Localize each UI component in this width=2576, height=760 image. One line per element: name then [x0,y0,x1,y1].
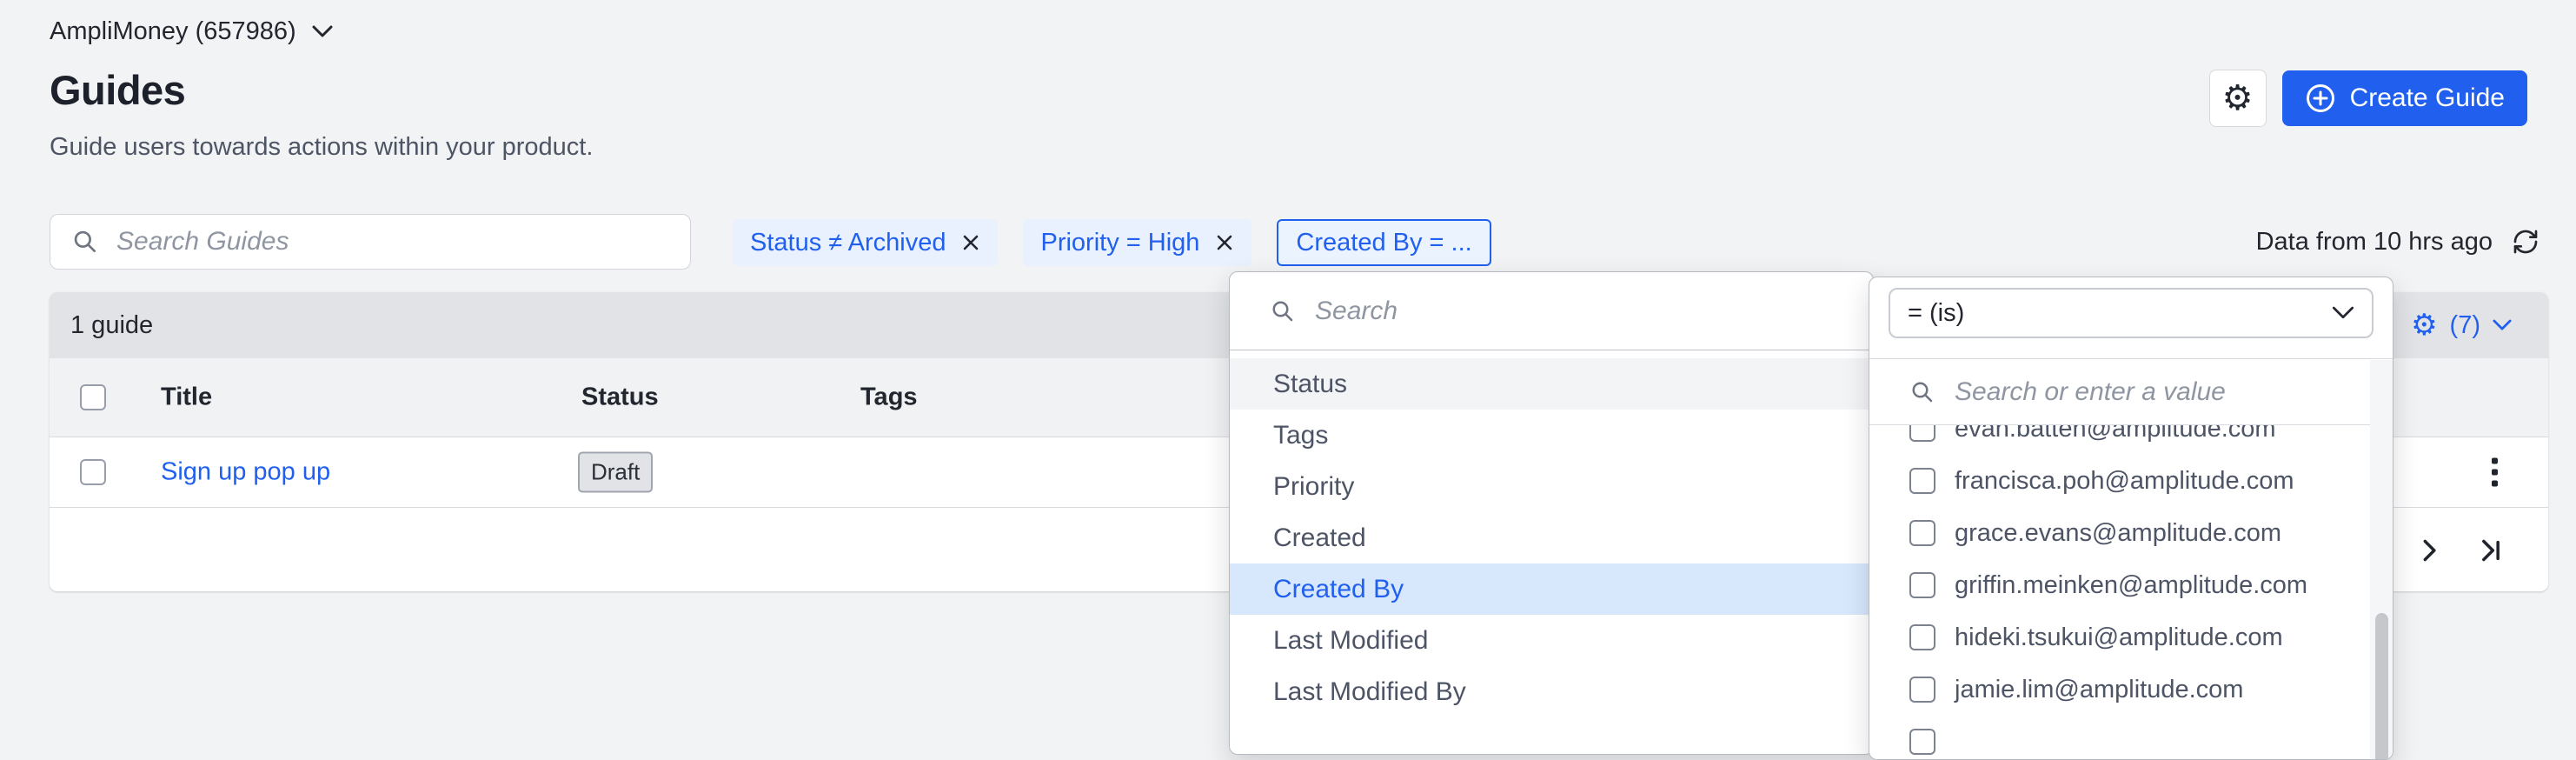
operator-select-wrap: = (is) [1869,277,2393,359]
chevron-last-icon [2479,538,2503,563]
columns-control[interactable]: ⚙ (7) [2411,310,2512,340]
guides-search-box [50,214,691,270]
filter-chip-status[interactable]: Status ≠ Archived [733,219,998,266]
search-icon [1270,298,1296,324]
chevron-down-icon [312,25,333,38]
menu-item-last-modified[interactable]: Last Modified [1230,615,1873,666]
operator-value: = (is) [1908,299,1964,328]
close-icon [1215,233,1234,252]
workspace-name: AmpliMoney (657986) [50,17,296,46]
remove-status-filter-button[interactable] [961,233,980,252]
option-checkbox[interactable] [1909,520,1935,546]
create-guide-button[interactable]: Create Guide [2282,70,2527,126]
value-option[interactable]: griffin.meinken@amplitude.com [1869,559,2393,611]
value-option[interactable]: hideki.tsukui@amplitude.com [1869,611,2393,663]
filter-value-dropdown: = (is) evan.batten@amplitude.com francis… [1869,277,2393,760]
page-title: Guides [50,66,185,114]
data-freshness-label: Data from 10 hrs ago [2256,228,2493,257]
column-header-status[interactable]: Status [581,383,659,412]
data-freshness: Data from 10 hrs ago [2256,217,2539,266]
filter-chip-priority[interactable]: Priority = High [1023,219,1251,266]
option-checkbox[interactable] [1909,468,1935,494]
chevron-down-icon [2493,319,2512,331]
search-icon [71,228,99,256]
last-page-button[interactable] [2479,538,2503,563]
menu-item-created-by[interactable]: Created By [1230,563,1873,615]
header-actions: ⚙ Create Guide [2209,70,2527,127]
close-icon [961,233,980,252]
filter-chips: Status ≠ Archived Priority = High Create… [733,219,1491,266]
select-all-checkbox[interactable] [80,384,106,410]
value-option[interactable]: jamie.lim@amplitude.com [1869,663,2393,716]
row-actions-menu-button[interactable] [2492,458,2498,487]
value-option[interactable]: evan.batten@amplitude.com [1869,425,2393,455]
gear-icon: ⚙ [2222,81,2254,116]
operator-select[interactable]: = (is) [1889,288,2374,338]
menu-item-priority[interactable]: Priority [1230,461,1873,512]
option-checkbox[interactable] [1909,572,1935,598]
column-header-title[interactable]: Title [161,383,212,412]
filter-chip-status-label: Status ≠ Archived [750,229,946,257]
search-guides-input[interactable] [115,226,690,257]
value-search-box [1869,359,2393,425]
gear-icon: ⚙ [2411,310,2437,340]
search-icon [1909,379,1935,405]
value-option-partial[interactable] [1869,716,2393,760]
menu-item-tags[interactable]: Tags [1230,410,1873,461]
chevron-right-icon [2418,538,2440,563]
option-checkbox[interactable] [1909,425,1935,442]
create-guide-label: Create Guide [2350,83,2505,113]
property-search-input[interactable] [1313,296,1873,327]
filter-property-dropdown: Status Tags Priority Created Created By … [1229,271,1874,755]
value-option[interactable]: grace.evans@amplitude.com [1869,507,2393,559]
row-checkbox[interactable] [80,459,106,485]
settings-button[interactable]: ⚙ [2209,70,2267,127]
page-subtitle: Guide users towards actions within your … [50,133,593,162]
filter-chip-created-by[interactable]: Created By = ... [1277,219,1490,266]
filter-chip-created-by-label: Created By = ... [1296,229,1471,257]
status-badge: Draft [578,452,653,493]
next-page-button[interactable] [2418,538,2440,563]
guide-title-link[interactable]: Sign up pop up [161,458,330,487]
refresh-button[interactable] [2512,228,2539,256]
workspace-switcher[interactable]: AmpliMoney (657986) [50,17,333,46]
refresh-icon [2512,228,2539,256]
menu-item-created[interactable]: Created [1230,512,1873,563]
value-option[interactable]: francisca.poh@amplitude.com [1869,455,2393,507]
scrollbar-thumb[interactable] [2375,613,2388,760]
column-header-tags[interactable]: Tags [860,383,918,412]
filter-chip-priority-label: Priority = High [1040,229,1199,257]
remove-priority-filter-button[interactable] [1215,233,1234,252]
value-search-input[interactable] [1953,377,2393,408]
property-search-box [1230,272,1873,350]
menu-item-last-modified-by[interactable]: Last Modified By [1230,666,1873,717]
property-menu: Status Tags Priority Created Created By … [1230,350,1873,717]
menu-item-status[interactable]: Status [1230,358,1873,410]
guide-count: 1 guide [70,311,153,340]
chevron-down-icon [2332,306,2354,320]
option-checkbox[interactable] [1909,624,1935,650]
option-checkbox[interactable] [1909,677,1935,703]
option-checkbox[interactable] [1909,729,1935,755]
value-options-list: evan.batten@amplitude.com francisca.poh@… [1869,425,2393,760]
plus-circle-icon [2305,83,2336,114]
columns-count: (7) [2450,311,2480,340]
